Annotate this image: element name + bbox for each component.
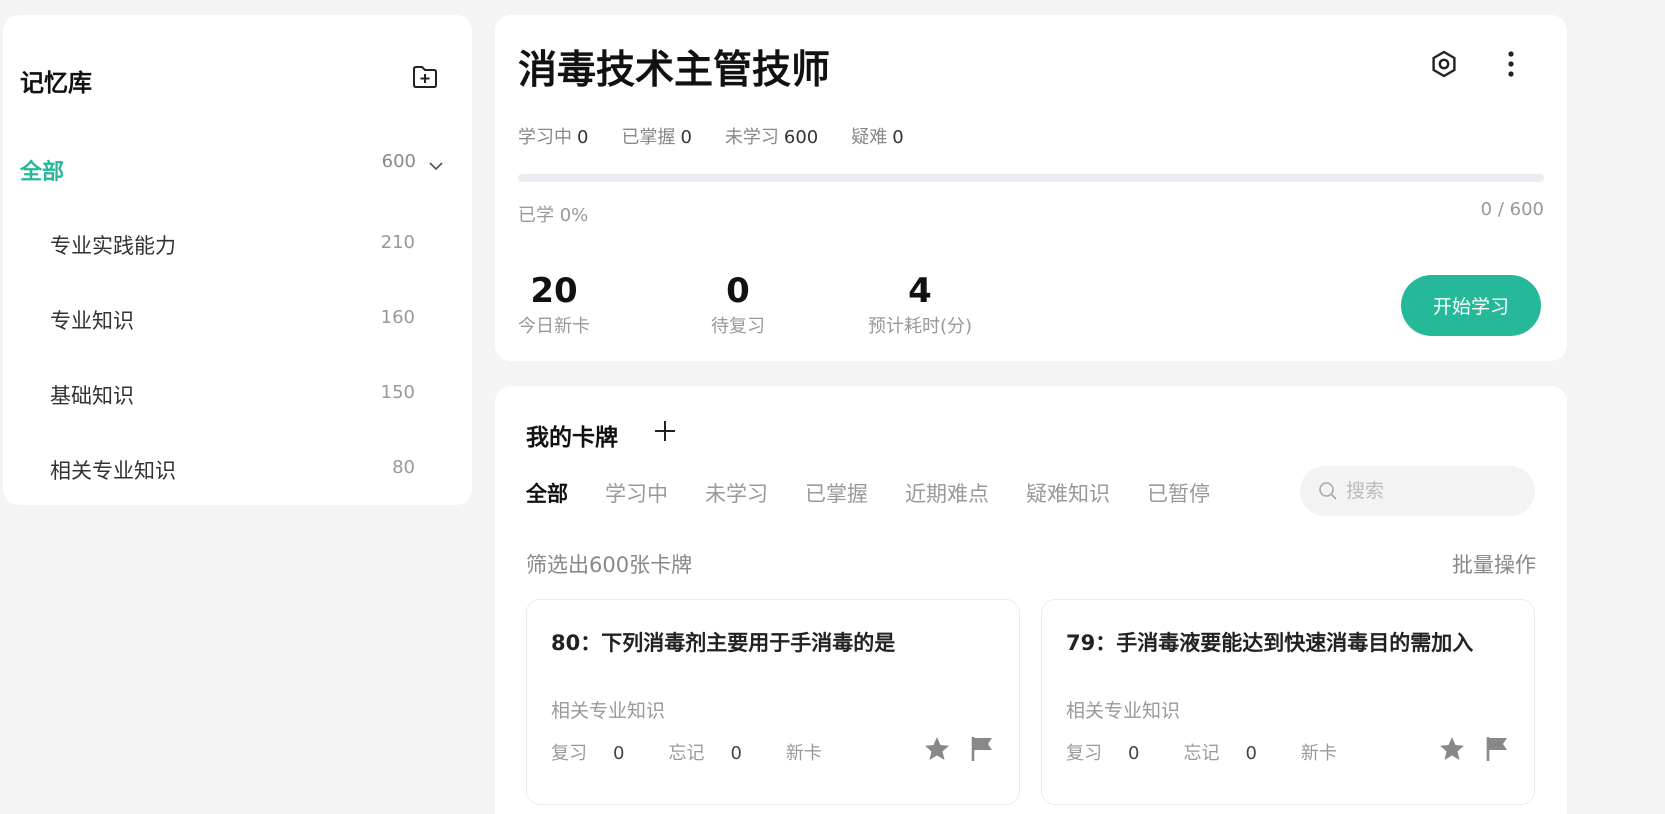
flag-icon[interactable] xyxy=(967,734,997,764)
sidebar-item-label: 专业实践能力 xyxy=(50,234,176,258)
card-category: 相关专业知识 xyxy=(551,700,666,722)
metric-label: 待复习 xyxy=(711,315,765,337)
cards-title: 我的卡牌 xyxy=(526,425,618,451)
sidebar-item-related[interactable]: 相关专业知识 80 xyxy=(3,445,472,520)
card-forget-count: 忘记 0 xyxy=(668,743,742,764)
folder-plus-icon xyxy=(413,66,437,88)
sidebar-item-basic[interactable]: 基础知识 150 xyxy=(3,370,472,445)
tab-unlearned[interactable]: 未学习 xyxy=(705,478,768,508)
chevron-down-icon[interactable] xyxy=(425,155,447,177)
sidebar-title: 记忆库 xyxy=(20,69,92,97)
card-question: 79：手消毒液要能达到快速消毒目的需加入 xyxy=(1066,631,1474,655)
more-options-button[interactable] xyxy=(1493,46,1529,82)
metric-label: 今日新卡 xyxy=(518,315,590,337)
metric-label: 预计耗时(分) xyxy=(867,315,973,337)
plus-icon xyxy=(655,421,675,441)
stat-learning: 学习中 0 xyxy=(518,127,589,148)
add-card-button[interactable] xyxy=(650,416,680,446)
sidebar-item-count: 150 xyxy=(380,382,415,403)
filter-tabs: 全部 学习中 未学习 已掌握 近期难点 疑难知识 已暂停 xyxy=(526,478,1247,508)
metric-new-cards: 20 今日新卡 xyxy=(509,271,599,338)
sidebar-item-professional[interactable]: 专业知识 160 xyxy=(3,295,472,370)
metric-est-time: 4 预计耗时(分) xyxy=(850,271,990,338)
flag-icon[interactable] xyxy=(1482,734,1512,764)
card-stats: 复习 0 忘记 0 新卡 xyxy=(551,739,844,765)
tab-all[interactable]: 全部 xyxy=(526,478,568,508)
search-input[interactable] xyxy=(1346,480,1516,502)
star-icon[interactable] xyxy=(1437,734,1467,764)
progress-count: 0 / 600 xyxy=(1480,199,1544,220)
tab-difficult[interactable]: 疑难知识 xyxy=(1026,478,1110,508)
settings-icon xyxy=(1432,50,1456,78)
sidebar-item-practice[interactable]: 专业实践能力 210 xyxy=(3,220,472,295)
sidebar-item-label: 相关专业知识 xyxy=(50,459,176,483)
card-forget-count: 忘记 0 xyxy=(1183,743,1257,764)
stat-difficult: 疑难 0 xyxy=(851,127,904,148)
sidebar: 记忆库 全部 600 专业实践能力 210 专业知识 160 基础知识 150 … xyxy=(3,15,472,505)
tab-mastered[interactable]: 已掌握 xyxy=(805,478,868,508)
metric-value: 4 xyxy=(908,271,932,311)
progress-label: 已学 0% xyxy=(518,205,589,226)
sidebar-list: 专业实践能力 210 专业知识 160 基础知识 150 相关专业知识 80 xyxy=(3,220,472,520)
app-root: 记忆库 全部 600 专业实践能力 210 专业知识 160 基础知识 150 … xyxy=(0,0,1665,814)
deck-settings-button[interactable] xyxy=(1426,46,1462,82)
add-folder-button[interactable] xyxy=(409,61,441,93)
card-question: 80：下列消毒剂主要用于手消毒的是 xyxy=(551,631,896,655)
card-review-count: 复习 0 xyxy=(1066,743,1140,764)
card-status: 新卡 xyxy=(785,743,822,764)
search-icon xyxy=(1319,482,1337,500)
metric-to-review: 0 待复习 xyxy=(693,271,783,338)
cards-section: 我的卡牌 全部 学习中 未学习 已掌握 近期难点 疑难知识 已暂停 筛选出600… xyxy=(495,386,1567,814)
deck-title: 消毒技术主管技师 xyxy=(518,48,831,93)
deck-stats: 学习中 0 已掌握 0 未学习 600 疑难 0 xyxy=(518,123,937,149)
deck-overview: 消毒技术主管技师 学习中 0 已掌握 0 未学习 600 疑难 0 已学 0% 0 / … xyxy=(495,15,1567,361)
search-box[interactable] xyxy=(1300,466,1535,516)
sidebar-item-count: 600 xyxy=(381,151,416,172)
tab-learning[interactable]: 学习中 xyxy=(605,478,668,508)
start-learning-button[interactable]: 开始学习 xyxy=(1401,275,1541,336)
batch-operation-button[interactable]: 批量操作 xyxy=(1452,549,1536,579)
sidebar-item-label: 全部 xyxy=(20,160,65,185)
stat-mastered: 已掌握 0 xyxy=(621,127,692,148)
sidebar-item-label: 基础知识 xyxy=(50,384,134,408)
tab-recent-hard[interactable]: 近期难点 xyxy=(905,478,989,508)
stat-unlearned: 未学习 600 xyxy=(724,127,819,148)
metric-value: 0 xyxy=(726,271,750,311)
star-icon[interactable] xyxy=(922,734,952,764)
card-review-count: 复习 0 xyxy=(551,743,625,764)
sidebar-item-count: 210 xyxy=(380,232,415,253)
sidebar-item-count: 160 xyxy=(380,307,415,328)
progress-bar xyxy=(518,174,1544,182)
card-status: 新卡 xyxy=(1300,743,1337,764)
card-category: 相关专业知识 xyxy=(1066,700,1181,722)
sidebar-item-all[interactable]: 全部 600 xyxy=(3,145,472,189)
metric-value: 20 xyxy=(530,271,578,311)
card-item[interactable]: 80：下列消毒剂主要用于手消毒的是 相关专业知识 复习 0 忘记 0 新卡 xyxy=(526,599,1020,805)
sidebar-item-count: 80 xyxy=(392,457,415,478)
card-item[interactable]: 79：手消毒液要能达到快速消毒目的需加入 相关专业知识 复习 0 忘记 0 新卡 xyxy=(1041,599,1535,805)
more-vertical-icon xyxy=(1508,51,1514,77)
card-stats: 复习 0 忘记 0 新卡 xyxy=(1066,739,1359,765)
sidebar-item-label: 专业知识 xyxy=(50,309,134,333)
tab-paused[interactable]: 已暂停 xyxy=(1147,478,1210,508)
filter-count: 筛选出600张卡牌 xyxy=(526,553,693,577)
